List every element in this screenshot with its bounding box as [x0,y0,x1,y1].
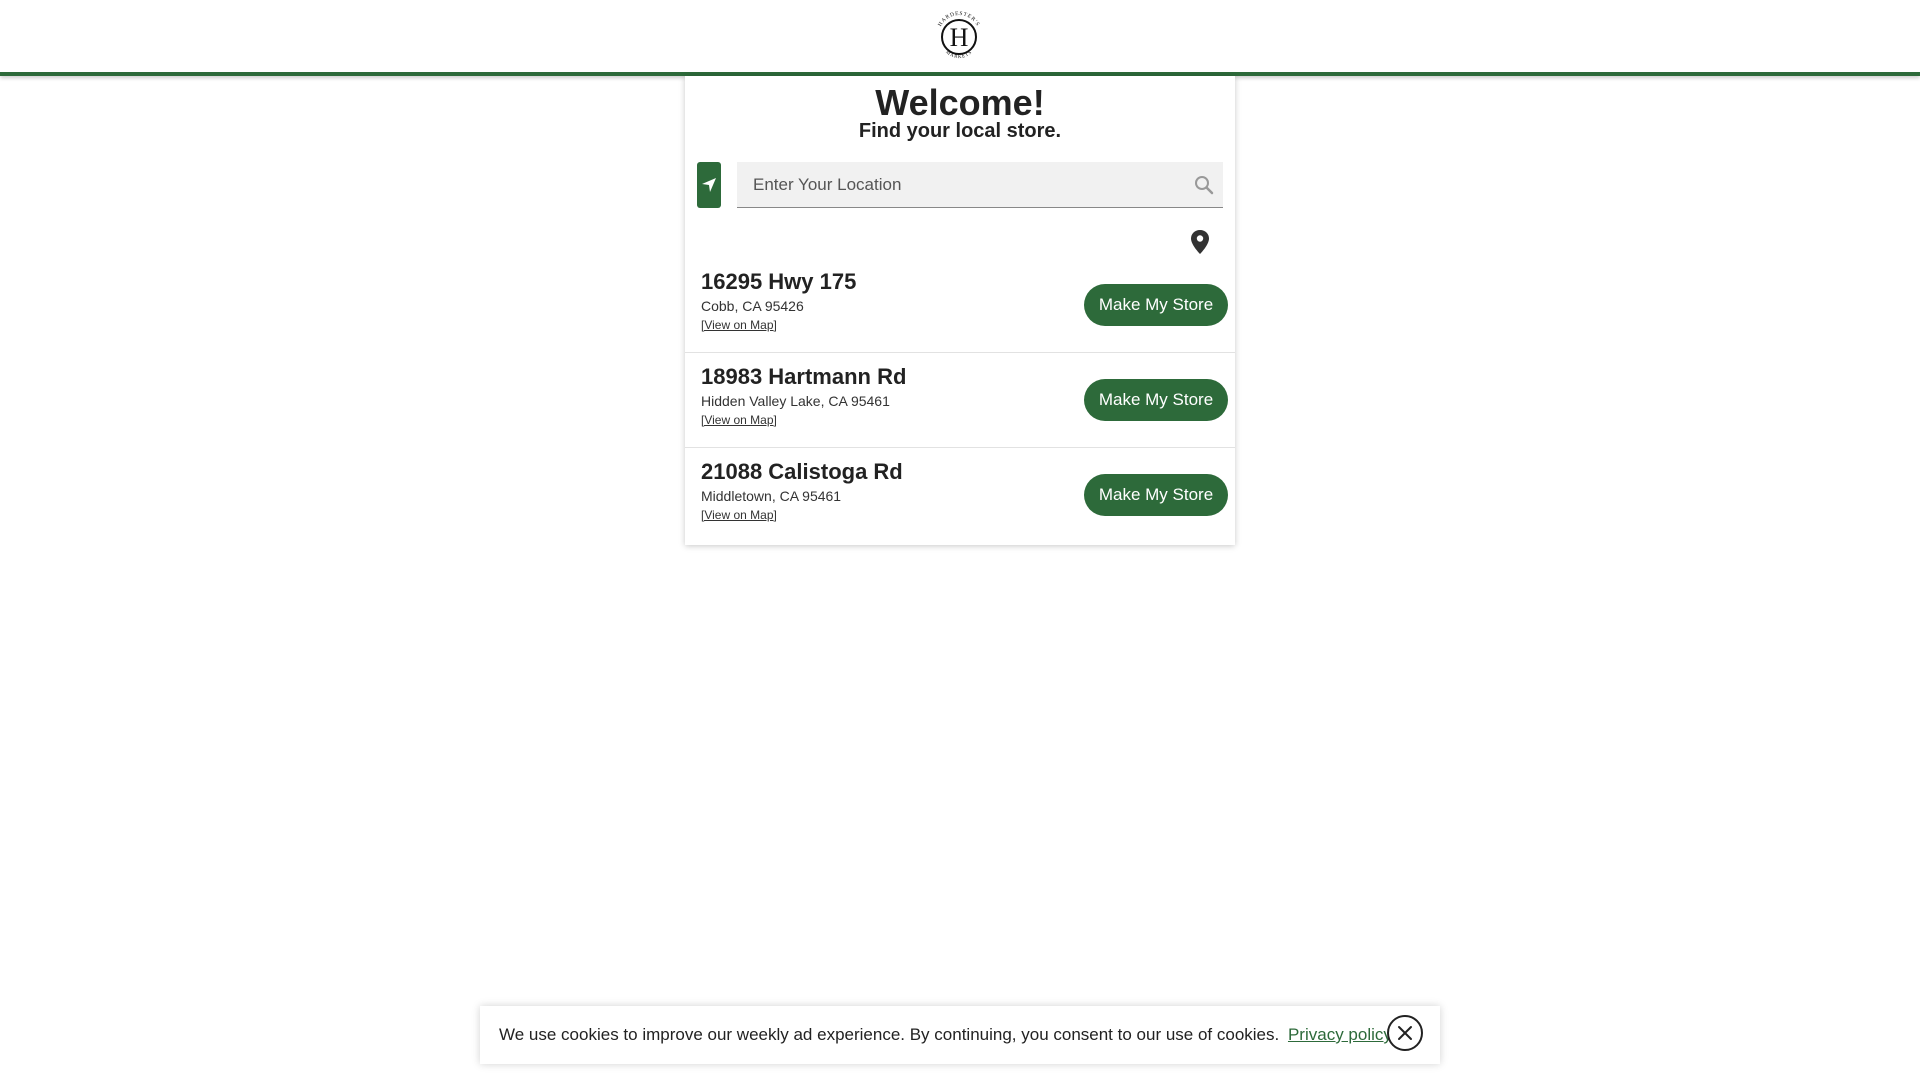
page-subtitle: Find your local store. [858,120,1062,142]
view-on-map-link[interactable]: [View on Map] [701,508,777,522]
map-pin-icon[interactable] [1190,229,1210,255]
view-on-map-link[interactable]: [View on Map] [701,413,777,427]
make-my-store-button[interactable]: Make My Store [1084,474,1228,516]
store-address: 21088 Calistoga Rd [701,459,903,484]
page-title: Welcome! [875,82,1045,123]
store-item: 21088 Calistoga Rd Middletown, CA 95461 … [685,449,1235,543]
store-logo[interactable]: HARDESTER'S H MARKETS [929,2,989,68]
store-address: 16295 Hwy 175 [701,269,857,294]
location-search [737,162,1223,208]
cookie-text: We use cookies to improve our weekly ad … [499,1025,1280,1044]
location-search-input[interactable] [737,162,1177,207]
view-on-map-link[interactable]: [View on Map] [701,318,777,332]
store-item: 16295 Hwy 175 Cobb, CA 95426 [View on Ma… [685,259,1235,353]
store-city: Middletown, CA 95461 [701,488,842,504]
store-city: Cobb, CA 95426 [701,298,804,314]
close-icon [1398,1026,1412,1040]
site-header: HARDESTER'S H MARKETS [0,0,1920,76]
store-address: 18983 Hartmann Rd [701,364,907,389]
cookie-close-button[interactable] [1387,1015,1423,1051]
cookie-banner: We use cookies to improve our weekly ad … [480,1006,1440,1064]
make-my-store-button[interactable]: Make My Store [1084,379,1228,421]
store-item: 18983 Hartmann Rd Hidden Valley Lake, CA… [685,354,1235,448]
privacy-policy-link[interactable]: Privacy policy [1288,1025,1392,1044]
navigation-arrow-icon [702,178,716,192]
cookie-message: We use cookies to improve our weekly ad … [499,1025,1392,1045]
search-icon[interactable] [1193,174,1215,196]
store-city: Hidden Valley Lake, CA 95461 [701,393,890,409]
logo-letter: H [950,23,969,52]
store-locator-panel: Welcome! Find your local store. 16295 Hw… [685,76,1235,545]
make-my-store-button[interactable]: Make My Store [1084,284,1228,326]
use-my-location-button[interactable] [697,162,721,208]
